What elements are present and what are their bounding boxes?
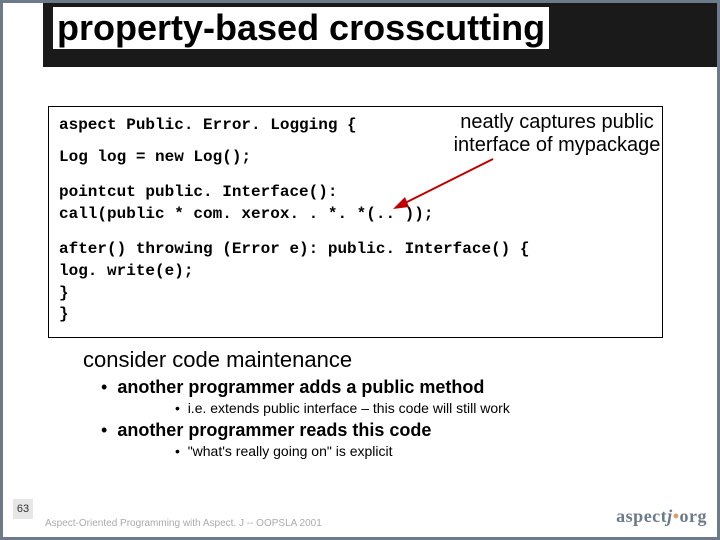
page-title: property-based crosscutting [53,7,549,49]
subbullet-2: • "what's really going on" is explicit [175,443,693,459]
notes-block: consider code maintenance • another prog… [83,347,693,459]
aspectj-logo: aspectj•org [616,506,707,527]
code-line-4: call(public * com. xerox. . *. *(.. )); [59,204,652,226]
title-bar: property-based crosscutting [3,3,717,67]
bullet-2: • another programmer reads this code [101,420,693,441]
code-line-3: pointcut public. Interface(): [59,182,652,204]
notes-heading: consider code maintenance [83,347,693,373]
slide: property-based crosscutting aspect Publi… [3,3,717,537]
code-line-6: log. write(e); [59,261,652,283]
slide-number: 63 [13,499,33,519]
code-line-7: } [59,283,652,305]
subbullet-1: • i.e. extends public interface – this c… [175,400,693,416]
code-line-8: } [59,304,652,326]
callout-text: neatly captures public interface of mypa… [432,111,682,157]
left-strip [3,67,43,537]
bullet-1: • another programmer adds a public metho… [101,377,693,398]
code-line-5: after() throwing (Error e): public. Inte… [59,239,652,261]
footer-text: Aspect-Oriented Programming with Aspect.… [45,518,322,529]
